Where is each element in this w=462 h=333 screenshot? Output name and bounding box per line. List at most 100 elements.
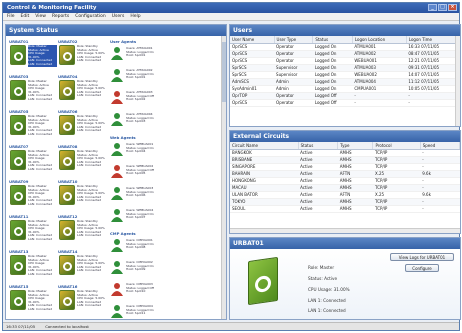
table-cell: Logged Off	[312, 92, 353, 100]
view-logs-button[interactable]: View Logs for URBAT01	[390, 253, 454, 261]
table-cell: WEBUA001	[352, 57, 407, 65]
server-tile[interactable]: URBAT14 Role: Standby Status: Active CPU Us…	[58, 249, 106, 285]
agent-item[interactable]: Users: ATMUA002 Status: Logged On Host: Sp…	[110, 67, 160, 87]
agent-info: Users: CMPUA002 Status: Logged On Host: Sp…	[126, 260, 160, 272]
server-tile[interactable]: URBAT12 Role: Standby Status: Active CPU Us…	[58, 214, 106, 250]
server-tile[interactable]: URBAT02 Role: Standby Status: Active CPU Us…	[58, 39, 106, 75]
column-header[interactable]: User Name	[230, 36, 275, 44]
agent-info: Users: ATMUA004 Status: Logged On Host: Sp…	[126, 112, 160, 124]
server-tile[interactable]: URBAT16 Role: Standby Status: Active CPU Us…	[58, 284, 106, 319]
server-tile-info: Role: Master Status: Active CPU Usage: 31.…	[28, 184, 57, 207]
menu-file[interactable]: File	[7, 13, 15, 20]
agent-item[interactable]: Users: ATMUA004 Status: Logged On Host: Sp…	[110, 111, 160, 131]
table-cell: 12:21 07/11/05	[406, 57, 460, 65]
user-row[interactable]: SysAdmin01 Admin Logged On CMPUA001 10:05 07…	[230, 85, 460, 93]
column-header[interactable]: Logon Location	[352, 36, 407, 44]
server-tile[interactable]: URBAT10 Role: Standby Status: Active CPU Us…	[58, 179, 106, 215]
server-tile[interactable]: URBAT01 Role: Master Status: Active CPU Usa…	[9, 39, 57, 75]
column-header[interactable]: Protocol	[372, 142, 421, 150]
user-row[interactable]: OprSCS Operator Logged Off - -	[230, 99, 460, 107]
server-tile-line: LAN: Connected	[28, 61, 53, 66]
agent-info-line: Host: Spot01	[126, 53, 146, 58]
server-tile[interactable]: URBAT06 Role: Standby Status: Active CPU Us…	[58, 109, 106, 145]
agent-item[interactable]: Users: ATMUA003 Status: Logged Off Host: S…	[110, 89, 160, 109]
column-header[interactable]: Logon Time	[406, 36, 460, 44]
person-icon	[111, 239, 123, 252]
user-row[interactable]: OprSCS Operator Logged On WEBUA001 12:21 07/…	[230, 57, 460, 65]
column-header[interactable]: Speed	[420, 142, 460, 150]
server-tile[interactable]: URBAT09 Role: Master Status: Active CPU Usa…	[9, 179, 57, 215]
server-tile-info: Role: Master Status: Active CPU Usage: 31.…	[28, 44, 57, 67]
column-header[interactable]: Status	[298, 142, 339, 150]
column-header[interactable]: Type	[337, 142, 374, 150]
table-cell: Active	[298, 156, 338, 164]
menu-edit[interactable]: Edit	[21, 13, 30, 20]
server-tile-info: Role: Standby Status: Active CPU Usage: 5.…	[77, 184, 106, 207]
configure-button[interactable]: Configure	[405, 264, 439, 272]
circuit-row[interactable]: HONGKONG Active AMHS TCP/IP -	[230, 177, 460, 185]
server-tile[interactable]: URBAT05 Role: Master Status: Active CPU Usa…	[9, 109, 57, 145]
server-icon	[59, 220, 75, 240]
circuit-row[interactable]: MACAU Active AMHS TCP/IP -	[230, 184, 460, 192]
table-cell: X.25	[372, 191, 421, 199]
table-cell: -	[420, 184, 460, 192]
agent-item[interactable]: Users: WEBUA003 Status: Logged On Host: Sp…	[110, 185, 160, 205]
table-cell: Operator	[274, 43, 313, 51]
agent-item[interactable]: Users: CMPUA002 Status: Logged On Host: Sp…	[110, 259, 160, 279]
circuit-row[interactable]: BANGKOK Active AMHS TCP/IP -	[230, 149, 460, 157]
server-tile[interactable]: URBAT13 Role: Master Status: Active CPU Usa…	[9, 249, 57, 285]
users-scrollbar[interactable]	[455, 36, 460, 126]
agent-item[interactable]: Users: WEBUA004 Status: Logged On Host: Sp…	[110, 207, 160, 227]
maximize-button[interactable]: □	[438, 4, 447, 11]
column-header[interactable]: Status	[312, 36, 353, 44]
circuit-row[interactable]: SINGAPORE Active AMHS TCP/IP -	[230, 163, 460, 171]
server-tile[interactable]: URBAT04 Role: Standby Status: Active CPU Us…	[58, 74, 106, 110]
table-cell: Supervisor	[274, 71, 313, 79]
detail-cpu: CPU Usage: 31.00%	[308, 287, 350, 292]
agent-item[interactable]: Users: WEBUA002 Status: Logged Off Host: S…	[110, 163, 160, 183]
agent-item[interactable]: Users: WEBUA001 Status: Logged On Host: Sp…	[110, 141, 160, 161]
server-tile-line: LAN: Connected	[28, 306, 53, 311]
server-tile[interactable]: URBAT08 Role: Standby Status: Active CPU Us…	[58, 144, 106, 180]
agent-info: Users: WEBUA004 Status: Logged On Host: Sp…	[126, 208, 160, 220]
circuit-row[interactable]: BRISBANE Active AMHS TCP/IP -	[230, 156, 460, 164]
table-cell: Active	[298, 149, 338, 157]
agent-item[interactable]: Users: CMPUA003 Status: Logged Off Host: S…	[110, 281, 160, 301]
server-tile[interactable]: URBAT15 Role: Master Status: Active CPU Usa…	[9, 284, 57, 319]
server-tile-info: Role: Standby Status: Active CPU Usage: 5.…	[77, 114, 106, 137]
menu-users[interactable]: Users	[112, 13, 125, 20]
server-tile[interactable]: URBAT11 Role: Master Status: Active CPU Usa…	[9, 214, 57, 250]
menu-reports[interactable]: Reports	[52, 13, 69, 20]
minimize-button[interactable]: _	[428, 4, 437, 11]
user-row[interactable]: AdmSCS Admin Logged On ATMUA004 11:12 07/11/…	[230, 78, 460, 86]
agent-item[interactable]: Users: CMPUA001 Status: Logged On Host: Sp…	[110, 237, 160, 257]
scrollbar-thumb[interactable]	[222, 42, 226, 102]
menu-help[interactable]: Help	[130, 13, 140, 20]
menu-view[interactable]: View	[35, 13, 46, 20]
close-button[interactable]: ×	[448, 4, 457, 11]
menu-configuration[interactable]: Configuration	[75, 13, 106, 20]
circuits-horizontal-scrollbar[interactable]	[230, 228, 460, 233]
agent-item[interactable]: Users: ATMUA001 Status: Logged On Host: Sp…	[110, 45, 160, 65]
disc-icon	[63, 227, 72, 236]
user-row[interactable]: OprSCS Operator Logged On ATMUA002 08:47 07/…	[230, 50, 460, 58]
circuit-row[interactable]: ULAN BATOR Active AFTN X.25 9.6k	[230, 191, 460, 199]
column-header[interactable]: Circuit Name	[230, 142, 299, 150]
server-tile[interactable]: URBAT03 Role: Master Status: Active CPU Usa…	[9, 74, 57, 110]
table-cell: Active	[298, 205, 338, 213]
user-row[interactable]: OprTOP Operator Logged Off - -	[230, 92, 460, 100]
column-header[interactable]: User Type	[274, 36, 314, 44]
circuit-row[interactable]: BAHRAIN Active AFTN X.25 9.6k	[230, 170, 460, 178]
user-row[interactable]: SprSCS Supervisor Logged On WEBUA002 14:07 0…	[230, 71, 460, 79]
system-status-scrollbar[interactable]	[221, 36, 226, 319]
server-tile[interactable]: URBAT07 Role: Master Status: Active CPU Usa…	[9, 144, 57, 180]
table-cell: Logged On	[312, 43, 353, 51]
table-cell: HONGKONG	[230, 177, 299, 185]
table-cell: Active	[298, 191, 338, 199]
user-row[interactable]: OprSCS Operator Logged On ATMUA001 16:33 07/…	[230, 43, 460, 51]
detail-lan-2: LAN 1: Connected	[308, 308, 346, 313]
agent-item[interactable]: Users: CMPUA004 Status: Logged On Host: Sp…	[110, 303, 160, 319]
circuit-row[interactable]: TOKYO Active AMHS TCP/IP -	[230, 198, 460, 206]
circuit-row[interactable]: SEOUL Active AMHS TCP/IP -	[230, 205, 460, 213]
user-row[interactable]: SprSCS Supervisor Logged On ATMUA003 09:31 0…	[230, 64, 460, 72]
